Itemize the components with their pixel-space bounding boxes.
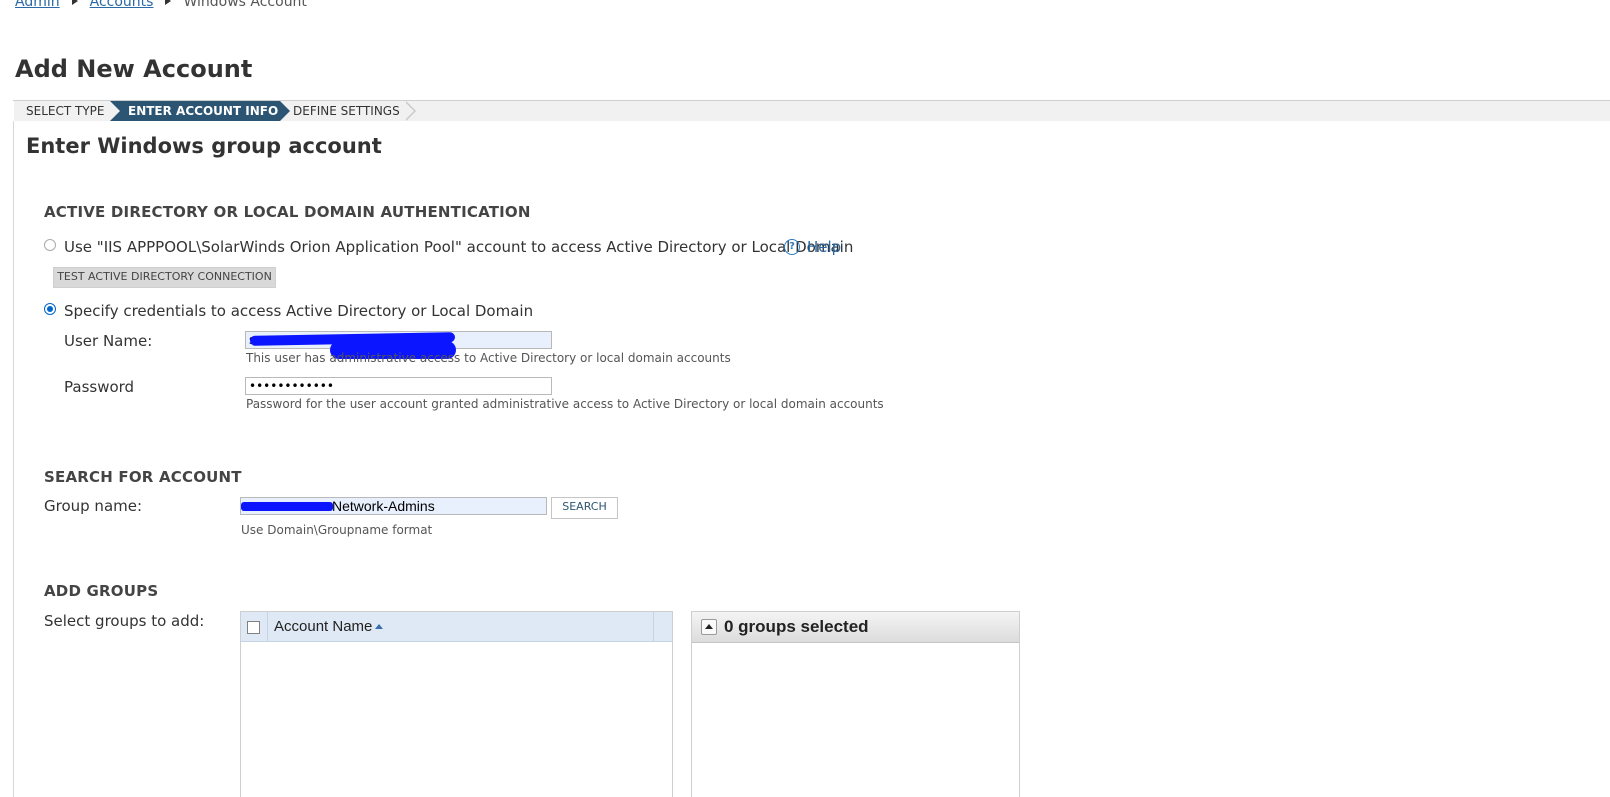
help-icon[interactable]: ? <box>784 239 800 255</box>
wizard-end-chevron-icon <box>405 101 416 121</box>
wizard-step-enter-account-info: ENTER ACCOUNT INFO <box>110 101 290 121</box>
breadcrumb-current: Windows Account <box>183 0 307 10</box>
password-label: Password <box>64 378 135 396</box>
auth-heading: ACTIVE DIRECTORY OR LOCAL DOMAIN AUTHENT… <box>44 203 531 221</box>
collapse-up-icon[interactable] <box>701 619 717 635</box>
groups-grid-header: Account Name <box>241 612 672 642</box>
sort-ascending-icon <box>375 624 383 629</box>
breadcrumb-admin-link[interactable]: Admin <box>15 0 60 10</box>
username-hint: This user has administrative access to A… <box>246 351 731 365</box>
group-name-label: Group name: <box>44 497 143 515</box>
wizard-step-select-type: SELECT TYPE <box>26 104 105 118</box>
column-separator <box>653 612 654 641</box>
password-input[interactable]: •••••••••••• <box>245 377 552 395</box>
auth-option-apppool-label: Use "IIS APPPOOL\SolarWinds Orion Applic… <box>64 238 854 256</box>
password-hint: Password for the user account granted ad… <box>246 397 884 411</box>
redaction-mark <box>241 502 333 511</box>
add-groups-heading: ADD GROUPS <box>44 582 159 600</box>
search-button[interactable]: SEARCH <box>551 497 618 519</box>
group-name-hint: Use Domain\Groupname format <box>241 523 433 537</box>
breadcrumb-separator-icon <box>71 0 78 5</box>
breadcrumb-accounts-link[interactable]: Accounts <box>90 0 154 10</box>
page-title: Add New Account <box>15 55 253 83</box>
auth-option-apppool-radio[interactable] <box>44 239 56 251</box>
auth-option-credentials-radio[interactable] <box>44 303 56 315</box>
search-heading: SEARCH FOR ACCOUNT <box>44 468 242 486</box>
selected-groups-header: 0 groups selected <box>692 612 1019 643</box>
select-groups-label: Select groups to add: <box>44 612 205 630</box>
wizard-steps: SELECT TYPE ENTER ACCOUNT INFO DEFINE SE… <box>14 101 1610 121</box>
breadcrumb-separator-icon <box>165 0 172 5</box>
content-left-border <box>13 121 14 797</box>
column-separator <box>267 612 268 641</box>
wizard-step-define-settings: DEFINE SETTINGS <box>293 104 400 118</box>
help-link[interactable]: Help <box>807 238 841 256</box>
account-name-column-header[interactable]: Account Name <box>274 618 372 635</box>
groups-grid: Account Name <box>240 611 673 797</box>
username-label: User Name: <box>64 332 153 350</box>
test-ad-connection-button[interactable]: TEST ACTIVE DIRECTORY CONNECTION <box>53 267 276 288</box>
selected-groups-count: 0 groups selected <box>724 617 869 636</box>
section-title: Enter Windows group account <box>26 134 382 158</box>
breadcrumb: Admin Accounts Windows Account <box>15 0 307 10</box>
auth-option-credentials-label: Specify credentials to access Active Dir… <box>64 302 534 320</box>
selected-groups-panel: 0 groups selected <box>691 611 1020 797</box>
select-all-checkbox[interactable] <box>247 621 260 634</box>
